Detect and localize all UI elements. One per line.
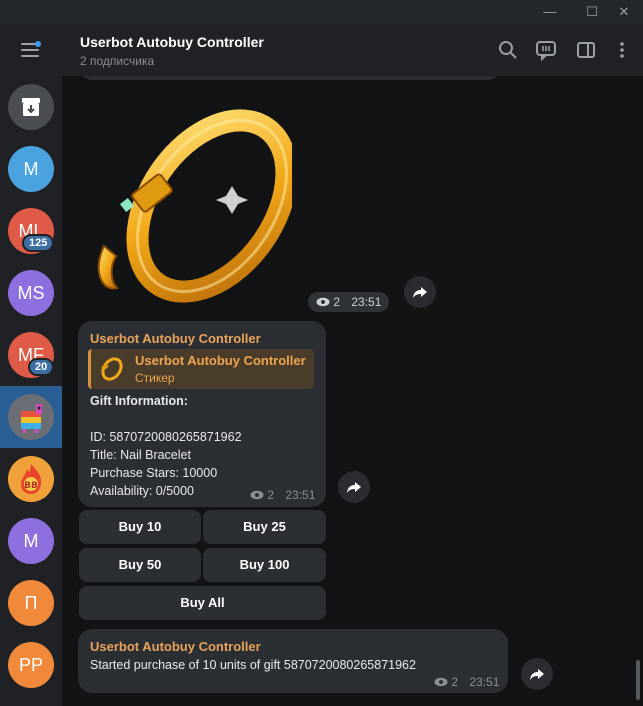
share-arrow-icon bbox=[530, 669, 544, 680]
eye-icon bbox=[434, 677, 448, 687]
chat-item-m2[interactable]: M bbox=[0, 510, 62, 572]
chat-item-m[interactable]: M bbox=[0, 138, 62, 200]
scrollbar[interactable] bbox=[636, 660, 640, 700]
subscriber-count: 2 подписчика bbox=[80, 54, 155, 68]
unread-badge: 125 bbox=[22, 234, 55, 252]
buy-all-button[interactable]: Buy All bbox=[79, 586, 326, 620]
buy-100-button[interactable]: Buy 100 bbox=[203, 548, 326, 582]
forward-button[interactable] bbox=[338, 471, 370, 503]
status-text: Started purchase of 10 units of gift 587… bbox=[90, 658, 416, 672]
purchase-status-message[interactable]: Userbot Autobuy Controller Started purch… bbox=[78, 629, 508, 693]
gift-title: Title: Nail Bracelet bbox=[90, 448, 191, 462]
gift-heading: Gift Information: bbox=[90, 394, 188, 408]
status-views: 2 bbox=[451, 675, 459, 689]
status-meta: 2 23:51 bbox=[434, 675, 499, 689]
gift-id: ID: 5870720080265871962 bbox=[90, 430, 242, 444]
search-icon[interactable] bbox=[496, 38, 520, 62]
chat-sidebar: M ML 125 MS MF 20 BB M П PP bbox=[0, 24, 62, 706]
telegram-window: — ☐ ✕ M ML 125 MS MF 20 BB M П PP Userbo… bbox=[0, 0, 643, 706]
archive-folder[interactable] bbox=[0, 76, 62, 138]
reply-quote[interactable]: Userbot Autobuy Controller Стикер bbox=[88, 349, 314, 389]
message-sender[interactable]: Userbot Autobuy Controller bbox=[90, 639, 261, 654]
reply-sender: Userbot Autobuy Controller bbox=[135, 353, 306, 368]
gift-stars: Purchase Stars: 10000 bbox=[90, 466, 218, 480]
chat-item-ms[interactable]: MS bbox=[0, 262, 62, 324]
chat-item-mf[interactable]: MF 20 bbox=[0, 324, 62, 386]
channel-title[interactable]: Userbot Autobuy Controller bbox=[80, 34, 264, 50]
avatar: PP bbox=[8, 642, 54, 688]
svg-text:BB: BB bbox=[24, 481, 38, 491]
gift-time: 23:51 bbox=[285, 488, 316, 502]
title-bar: — ☐ ✕ bbox=[0, 0, 643, 24]
reply-type: Стикер bbox=[135, 371, 175, 385]
previous-message-bubble bbox=[80, 76, 500, 80]
chat-item-ml[interactable]: ML 125 bbox=[0, 200, 62, 262]
message-sender[interactable]: Userbot Autobuy Controller bbox=[90, 331, 261, 346]
chat-header[interactable]: Userbot Autobuy Controller 2 подписчика bbox=[62, 24, 643, 76]
gift-info-message[interactable]: Userbot Autobuy Controller Userbot Autob… bbox=[78, 321, 326, 507]
gift-availability: Availability: 0/5000 bbox=[90, 484, 195, 498]
status-time: 23:51 bbox=[469, 675, 500, 689]
buy-10-button[interactable]: Buy 10 bbox=[79, 510, 201, 544]
message-list[interactable]: 2 23:51 Userbot Autobuy Controller Userb… bbox=[62, 76, 643, 706]
buy-25-button[interactable]: Buy 25 bbox=[203, 510, 326, 544]
sticker-views: 2 bbox=[333, 295, 341, 309]
gift-views: 2 bbox=[267, 488, 275, 502]
share-arrow-icon bbox=[347, 482, 361, 493]
discussion-icon[interactable] bbox=[534, 38, 558, 62]
share-arrow-icon bbox=[413, 287, 427, 298]
forward-button[interactable] bbox=[404, 276, 436, 308]
unread-dot bbox=[35, 41, 41, 47]
unread-badge: 20 bbox=[28, 358, 55, 376]
buy-50-button[interactable]: Buy 50 bbox=[79, 548, 201, 582]
close-button[interactable]: ✕ bbox=[605, 0, 643, 24]
eye-icon bbox=[250, 490, 264, 500]
gift-meta: 2 23:51 bbox=[250, 488, 315, 502]
fire-avatar-icon: BB bbox=[8, 456, 54, 502]
avatar: MS bbox=[8, 270, 54, 316]
archive-icon bbox=[8, 84, 54, 130]
main-menu-button[interactable] bbox=[0, 24, 62, 76]
nail-bracelet-sticker[interactable] bbox=[92, 96, 298, 306]
more-options-icon[interactable] bbox=[610, 38, 634, 62]
sticker-time: 23:51 bbox=[351, 295, 382, 309]
minimize-button[interactable]: — bbox=[531, 0, 569, 24]
menu-icon-bar bbox=[21, 49, 39, 51]
avatar: M bbox=[8, 146, 54, 192]
chat-item-p[interactable]: П bbox=[0, 572, 62, 634]
eye-icon bbox=[316, 295, 333, 309]
menu-icon-bar bbox=[21, 55, 39, 57]
pinata-avatar-icon bbox=[8, 394, 54, 440]
bracelet-thumbnail-icon bbox=[97, 355, 125, 383]
sidebar-toggle-icon[interactable] bbox=[574, 38, 598, 62]
sticker-meta: 2 23:51 bbox=[308, 292, 390, 312]
avatar: M bbox=[8, 518, 54, 564]
chat-item-pp[interactable]: PP bbox=[0, 634, 62, 696]
avatar: П bbox=[8, 580, 54, 626]
chat-item-pinata[interactable] bbox=[0, 386, 62, 448]
chat-item-fire[interactable]: BB bbox=[0, 448, 62, 510]
forward-button[interactable] bbox=[521, 658, 553, 690]
